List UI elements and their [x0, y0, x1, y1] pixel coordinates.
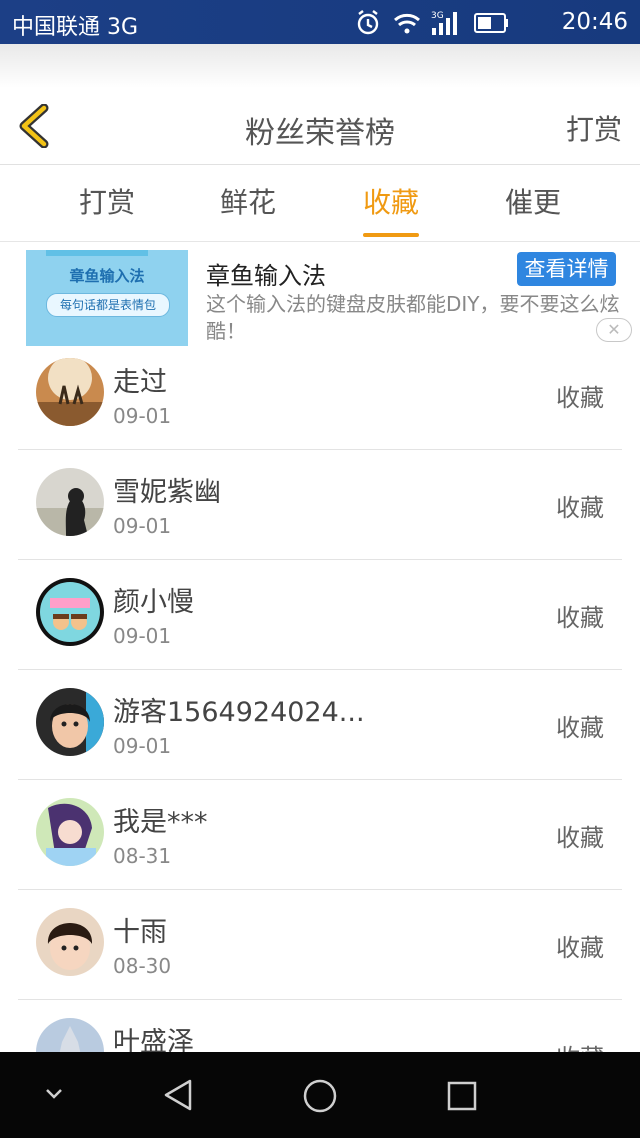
- hide-keyboard-icon[interactable]: [44, 1086, 64, 1102]
- list-item[interactable]: 雪妮紫幽 09-01 收藏: [18, 450, 622, 560]
- fan-list: 走过 09-01 收藏 雪妮紫幽 09-01 收藏 颜小慢 09-01 收藏 游…: [18, 340, 622, 1110]
- status-icons: 3G: [357, 10, 508, 35]
- fan-name: 走过: [113, 367, 167, 398]
- ad-image[interactable]: 章鱼输入法 每句话都是表情包: [26, 250, 188, 346]
- title-bar: 粉丝荣誉榜 打赏: [0, 88, 640, 165]
- avatar: [36, 578, 104, 646]
- reward-button[interactable]: 打赏: [566, 108, 622, 148]
- fan-date: 09-01: [113, 514, 172, 538]
- tab-favorites[interactable]: 收藏: [336, 165, 446, 241]
- fan-name: 我是***: [113, 807, 208, 838]
- fan-name: 雪妮紫幽: [113, 477, 221, 508]
- navigation-bar: [0, 1052, 640, 1138]
- clock: 20:46: [561, 9, 628, 35]
- fan-action: 收藏: [556, 714, 604, 742]
- list-item[interactable]: 十雨 08-30 收藏: [18, 890, 622, 1000]
- status-bar: 中国联通 3G 3G 20:46: [0, 0, 640, 44]
- ad-description: 这个输入法的键盘皮肤都能DIY，要不要这么炫酷！: [206, 292, 620, 343]
- tab-flowers[interactable]: 鲜花: [193, 165, 303, 241]
- alarm-icon: [357, 10, 379, 35]
- fan-action: 收藏: [556, 824, 604, 852]
- ad-title: 章鱼输入法: [206, 262, 326, 290]
- list-item[interactable]: 走过 09-01 收藏: [18, 340, 622, 450]
- fan-date: 08-31: [113, 844, 172, 868]
- fan-date: 09-01: [113, 404, 172, 428]
- avatar: [36, 798, 104, 866]
- active-tab-indicator: [363, 233, 419, 237]
- list-item[interactable]: 游客1564924024... 09-01 收藏: [18, 670, 622, 780]
- list-item[interactable]: 颜小慢 09-01 收藏: [18, 560, 622, 670]
- back-nav-icon[interactable]: [162, 1078, 194, 1112]
- fan-date: 09-01: [113, 734, 172, 758]
- wifi-icon: [394, 13, 420, 34]
- fan-date: 08-30: [113, 954, 172, 978]
- svg-text:3G: 3G: [431, 11, 444, 21]
- fan-name: 游客1564924024...: [113, 697, 365, 728]
- avatar: [36, 358, 104, 426]
- ad-image-title: 章鱼输入法: [69, 267, 145, 285]
- fan-action: 收藏: [556, 604, 604, 632]
- tab-bar: 打赏 鲜花 收藏 催更: [0, 165, 640, 242]
- tab-urge-update[interactable]: 催更: [478, 165, 588, 241]
- fan-name: 十雨: [113, 917, 167, 948]
- ad-banner[interactable]: 章鱼输入法 每句话都是表情包 章鱼输入法 查看详情 这个输入法的键盘皮肤都能DI…: [26, 246, 636, 350]
- close-icon[interactable]: ✕: [596, 318, 632, 342]
- home-icon[interactable]: [302, 1078, 338, 1114]
- fan-name: 颜小慢: [113, 587, 194, 618]
- ad-details-button[interactable]: 查看详情: [517, 252, 616, 286]
- battery-icon: [474, 13, 508, 33]
- fan-date: 09-01: [113, 624, 172, 648]
- fan-action: 收藏: [556, 934, 604, 962]
- avatar: [36, 688, 104, 756]
- ad-image-tagline: 每句话都是表情包: [46, 293, 170, 317]
- ad-image-bar: [46, 250, 148, 256]
- page-title: 粉丝荣誉榜: [245, 116, 395, 151]
- fan-action: 收藏: [556, 384, 604, 412]
- fan-action: 收藏: [556, 494, 604, 522]
- avatar: [36, 468, 104, 536]
- page-top-spacer: [0, 44, 640, 88]
- tab-reward[interactable]: 打赏: [52, 165, 162, 241]
- carrier-label: 中国联通 3G: [12, 15, 139, 40]
- list-item[interactable]: 我是*** 08-31 收藏: [18, 780, 622, 890]
- recent-apps-icon[interactable]: [446, 1080, 478, 1112]
- avatar: [36, 908, 104, 976]
- signal-icon: 3G: [431, 11, 457, 35]
